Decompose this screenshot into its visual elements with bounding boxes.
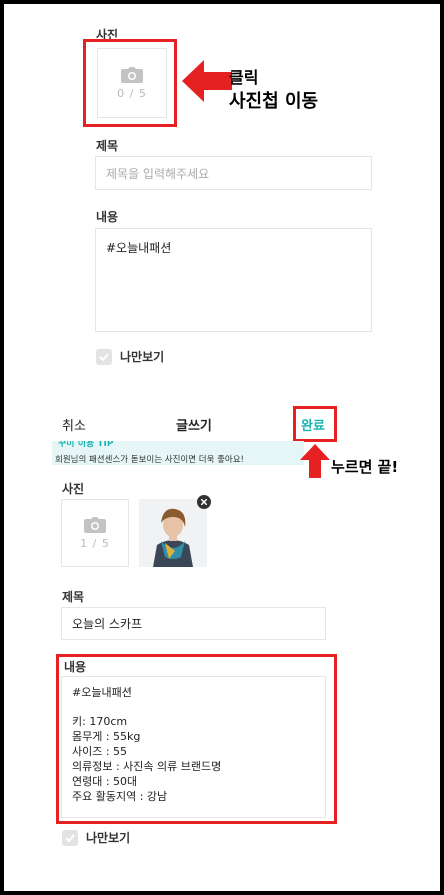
callout-gallery: 사진첩 이동	[229, 91, 319, 112]
photo-thumbnail[interactable]	[139, 499, 207, 567]
content-lines: #오늘내패션 키: 170cm 몸무게 : 55kg 사이즈 : 55 의류정보…	[72, 685, 221, 804]
callout-click: 클릭	[229, 68, 259, 87]
check-icon	[96, 348, 112, 365]
done-callout: 누르면 끝!	[331, 458, 399, 476]
content-line: 연령대 : 50대	[72, 775, 138, 788]
check-icon	[62, 829, 78, 846]
private-toggle-2[interactable]: 나만보기	[62, 829, 130, 846]
content-line: 몸무게 : 55kg	[72, 730, 141, 743]
title-input[interactable]: 제목을 입력해주세요	[95, 156, 372, 190]
tip-title: 꾸미 이용 TIP	[58, 441, 114, 449]
cancel-button[interactable]: 취소	[62, 415, 86, 434]
photo-label-2: 사진	[62, 482, 85, 496]
page-title: 글쓰기	[176, 419, 212, 434]
content-textarea[interactable]: #오늘내패션	[95, 228, 372, 332]
photo-thumbnail-image	[139, 499, 207, 567]
content-label-2: 내용	[64, 660, 87, 674]
photo-add-button[interactable]: 0 / 5	[97, 48, 167, 118]
title-placeholder: 제목을 입력해주세요	[106, 166, 210, 181]
private-toggle[interactable]: 나만보기	[96, 348, 164, 365]
content-line: 사이즈 : 55	[72, 745, 128, 758]
tip-banner: 꾸미 이용 TIP 회원님의 패션센스가 돋보이는 사진이면 더욱 좋아요!	[52, 441, 304, 465]
content-value: #오늘내패션	[106, 241, 172, 255]
content-line: 키: 170cm	[72, 715, 128, 728]
content-line	[72, 700, 221, 714]
private-label: 나만보기	[120, 350, 165, 364]
arrow-up-icon	[300, 444, 330, 482]
title-label: 제목	[96, 139, 119, 153]
photo-count-2: 1 / 5	[80, 536, 110, 550]
content-textarea-2[interactable]: #오늘내패션 키: 170cm 몸무게 : 55kg 사이즈 : 55 의류정보…	[61, 676, 326, 818]
done-button[interactable]: 완료	[301, 415, 325, 434]
close-icon[interactable]	[197, 495, 211, 509]
content-label: 내용	[96, 210, 119, 224]
title-value: 오늘의 스카프	[72, 617, 143, 631]
camera-icon	[84, 516, 106, 533]
screen-frame: 사진 0 / 5 클릭 사진첩 이동 제목 제목을 입력해주세요 내용 #오늘내…	[4, 4, 440, 891]
content-line: 의류정보 : 사진속 의류 브랜드명	[72, 760, 222, 773]
private-label-2: 나만보기	[86, 831, 131, 845]
tip-text: 회원님의 패션센스가 돋보이는 사진이면 더욱 좋아요!	[55, 455, 244, 465]
photo-add-button-2[interactable]: 1 / 5	[61, 499, 129, 567]
content-line: 주요 활동지역 : 강남	[72, 790, 168, 803]
camera-icon	[121, 66, 143, 83]
title-label-2: 제목	[62, 590, 85, 604]
title-input-2[interactable]: 오늘의 스카프	[61, 607, 326, 640]
photo-count: 0 / 5	[117, 86, 147, 100]
arrow-right-icon	[182, 60, 232, 106]
content-line: #오늘내패션	[72, 686, 132, 699]
